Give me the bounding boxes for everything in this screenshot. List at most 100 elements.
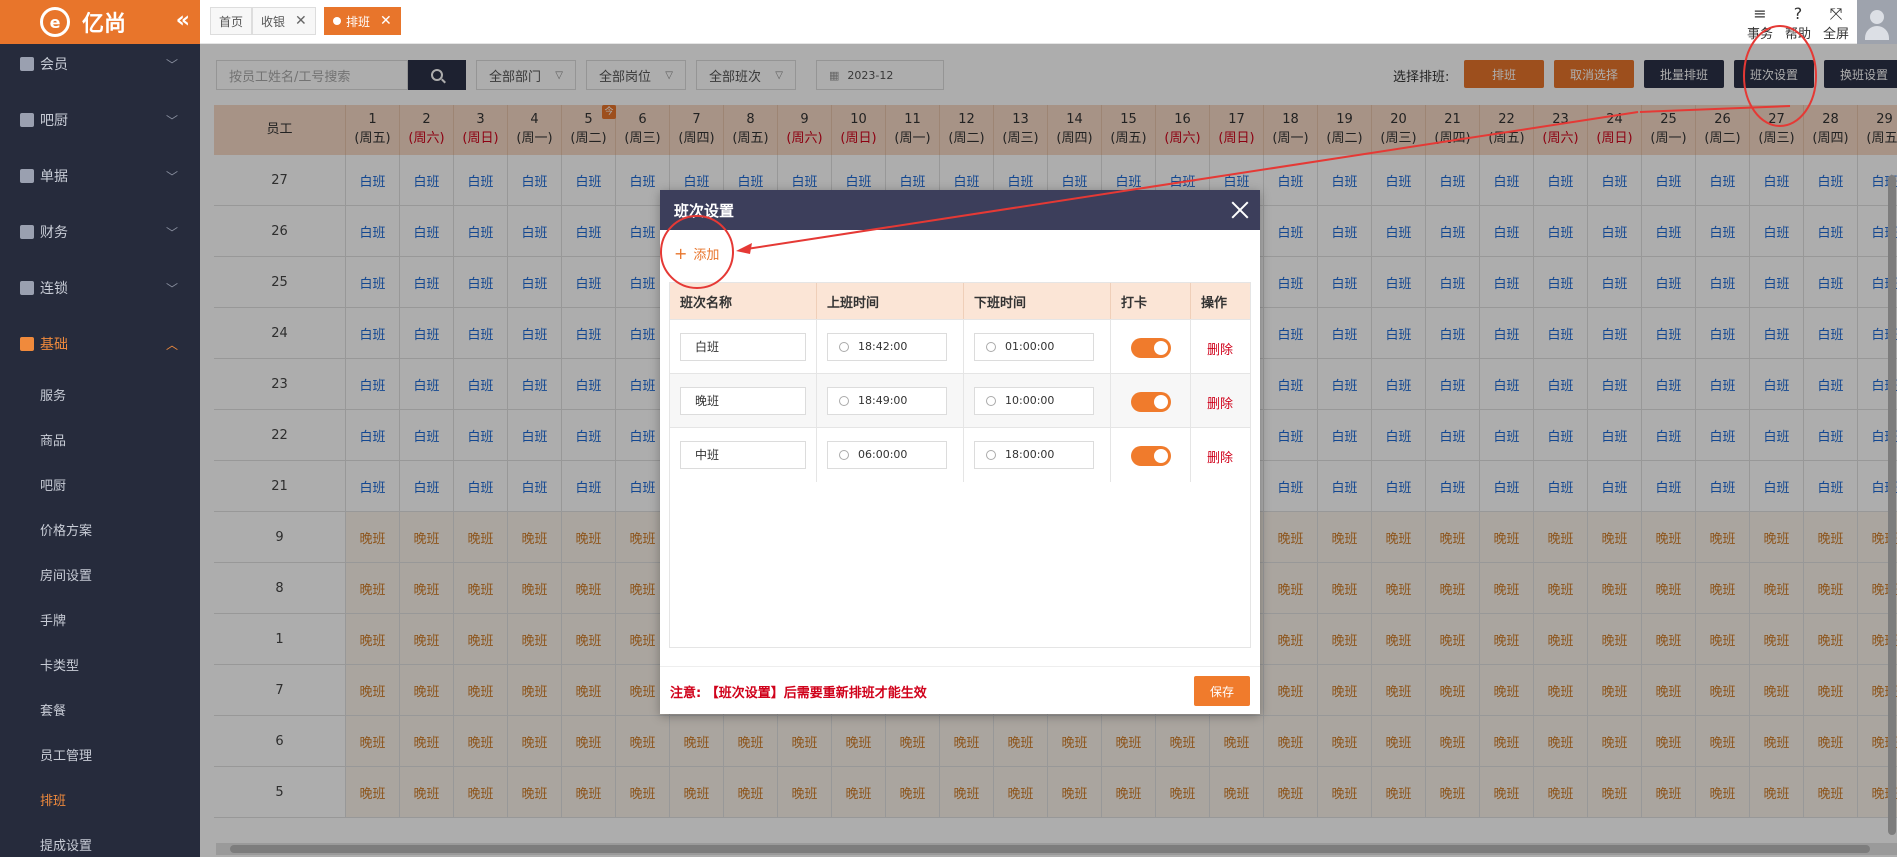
punch-toggle[interactable] [1131,338,1171,358]
sidebar-group[interactable]: 单据 ﹀ [0,148,200,204]
tab-cashier[interactable]: 收银 ✕ [252,7,316,35]
tool-label: 事务 [1746,27,1773,42]
sidebar-group-label: 单据 [40,169,68,185]
time-value: 10:00:00 [1005,394,1055,407]
shift-name-input[interactable]: 白班 [680,333,806,361]
dialog-title: 班次设置 [674,201,735,220]
sidebar-group-label: 财务 [40,225,68,241]
add-shift-button[interactable]: + 添加 [674,244,719,263]
sidebar-group[interactable]: 基础 ︿ [0,316,200,372]
sidebar-item[interactable]: 吧厨 [0,462,200,507]
end-time-input[interactable]: 10:00:00 [974,387,1094,415]
menu-icon: ≡ [1753,4,1767,23]
tab-schedule[interactable]: 排班 ✕ [324,7,401,35]
collapse-sidebar-icon[interactable]: « [176,8,190,33]
affairs-tool[interactable]: ≡ 事务 [1742,4,1778,43]
sidebar-group-label: 会员 [40,57,68,73]
end-cell: 01:00:00 [964,320,1111,374]
sidebar-group[interactable]: 吧厨 ﹀ [0,92,200,148]
close-icon[interactable]: ✕ [380,13,392,29]
op-cell: 删除 [1191,374,1250,428]
top-bar: 首页 收银 ✕ 排班 ✕ ≡ 事务 ? 帮助 ⤧ 全屏 [200,0,1897,44]
menu-icon [20,57,34,71]
menu-icon [20,113,34,127]
close-icon[interactable]: ✕ [295,13,307,29]
tab-label: 首页 [219,14,244,29]
sidebar-item[interactable]: 套餐 [0,687,200,732]
brand-name: 亿尚 [82,12,127,37]
sidebar-item[interactable]: 员工管理 [0,732,200,777]
punch-toggle[interactable] [1131,392,1171,412]
start-time-input[interactable]: 18:49:00 [827,387,947,415]
chevron-down-icon: ﹀ [165,113,178,128]
divider [660,666,1260,667]
sidebar-item[interactable]: 排班 [0,777,200,822]
delete-button[interactable]: 删除 [1207,447,1233,466]
col-header-name: 班次名称 [670,283,817,319]
sidebar-item[interactable]: 提成设置 [0,822,200,857]
end-time-input[interactable]: 01:00:00 [974,333,1094,361]
delete-button[interactable]: 删除 [1207,393,1233,412]
sidebar-item[interactable]: 价格方案 [0,507,200,552]
tab-home[interactable]: 首页 [210,7,253,35]
chevron-up-icon: ︿ [165,337,178,352]
chevron-down-icon: ﹀ [165,225,178,240]
clock-icon [839,342,849,352]
sidebar-item[interactable]: 手牌 [0,597,200,642]
fullscreen-tool[interactable]: ⤧ 全屏 [1818,4,1854,43]
sidebar-item[interactable]: 商品 [0,417,200,462]
menu-icon [20,169,34,183]
sidebar-item[interactable]: 服务 [0,372,200,417]
clock-icon [839,450,849,460]
start-cell: 18:49:00 [817,374,964,428]
end-cell: 18:00:00 [964,428,1111,482]
punch-toggle[interactable] [1131,446,1171,466]
sidebar-group-label: 连锁 [40,281,68,297]
close-icon[interactable] [1228,198,1252,222]
sidebar: e 亿尚 « 会员 ﹀ 吧厨 ﹀ 单据 ﹀ 财务 ﹀ 连锁 ﹀ 基础 ︿ 服务 商品 吧厨 价格方案 房间设置… [0,0,200,857]
punch-cell [1111,374,1191,428]
sidebar-group[interactable]: 会员 ﹀ [0,36,200,92]
sidebar-group[interactable]: 连锁 ﹀ [0,260,200,316]
end-time-input[interactable]: 18:00:00 [974,441,1094,469]
sidebar-item[interactable]: 房间设置 [0,552,200,597]
shift-name-input[interactable]: 中班 [680,441,806,469]
col-header-op: 操作 [1191,283,1250,319]
sidebar-group-label: 吧厨 [40,113,68,129]
op-cell: 删除 [1191,320,1250,374]
chevron-down-icon: ﹀ [165,281,178,296]
shift-row: 晚班 18:49:00 10:00:00 删除 [670,373,1250,428]
shift-settings-dialog: 班次设置 + 添加 班次名称 上班时间 下班时间 打卡 操作 白班 18:42:0… [660,190,1260,714]
start-time-input[interactable]: 18:42:00 [827,333,947,361]
add-label: 添加 [693,248,720,263]
name-cell: 中班 [670,428,817,482]
time-value: 06:00:00 [858,448,908,461]
name-cell: 白班 [670,320,817,374]
start-time-input[interactable]: 06:00:00 [827,441,947,469]
tab-label: 收银 [261,14,286,29]
time-value: 18:00:00 [1005,448,1055,461]
logo-icon: e [40,7,70,37]
fullscreen-icon: ⤧ [1829,4,1843,23]
time-value: 18:49:00 [858,394,908,407]
op-cell: 删除 [1191,428,1250,482]
sidebar-item[interactable]: 卡类型 [0,642,200,687]
tool-label: 帮助 [1784,27,1811,42]
col-header-end: 下班时间 [964,283,1111,319]
start-cell: 18:42:00 [817,320,964,374]
active-dot-icon [333,17,341,25]
sidebar-group[interactable]: 财务 ﹀ [0,204,200,260]
save-button[interactable]: 保存 [1194,676,1250,706]
col-header-punch: 打卡 [1111,283,1191,319]
shift-name-input[interactable]: 晚班 [680,387,806,415]
clock-icon [986,450,996,460]
sidebar-group-label: 基础 [40,337,68,353]
delete-button[interactable]: 删除 [1207,339,1233,358]
name-cell: 晚班 [670,374,817,428]
chevron-down-icon: ﹀ [165,57,178,72]
help-tool[interactable]: ? 帮助 [1780,5,1816,43]
clock-icon [986,342,996,352]
avatar[interactable] [1857,0,1897,44]
clock-icon [986,396,996,406]
shift-row: 白班 18:42:00 01:00:00 删除 [670,319,1250,374]
